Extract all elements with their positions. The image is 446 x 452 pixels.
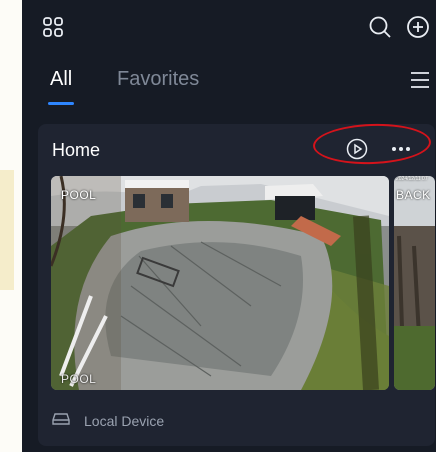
tab-all[interactable]: All: [50, 68, 72, 91]
camera-label-bottom: POOL: [61, 372, 97, 386]
tab-favorites[interactable]: Favorites: [117, 68, 199, 91]
camera-feed-pool[interactable]: POOL POOL: [51, 176, 389, 390]
back-camera-image: [394, 176, 435, 390]
local-device-row[interactable]: Local Device: [52, 410, 164, 432]
device-group-card[interactable]: Home POOL POOL 2024/12/11 07 BACK Local …: [38, 124, 435, 446]
tab-bar: All Favorites: [22, 60, 436, 110]
right-edge-strip: [436, 0, 446, 452]
active-tab-indicator: [48, 102, 74, 105]
search-icon[interactable]: [367, 14, 393, 40]
top-bar: [22, 0, 436, 54]
left-edge-strip: [0, 0, 22, 452]
pool-camera-image: [51, 176, 389, 390]
local-device-label: Local Device: [84, 413, 165, 429]
edge-highlight: [0, 170, 14, 290]
camera-label-top: POOL: [61, 188, 97, 202]
camera-app: All Favorites Home POOL POOL 2024/12/11 …: [22, 0, 436, 452]
grid-apps-icon[interactable]: [40, 14, 66, 40]
camera-timestamp: 2024/12/11 07: [396, 176, 428, 182]
local-device-icon: [52, 412, 70, 431]
card-title: Home: [52, 140, 101, 160]
camera-label-back: BACK: [396, 188, 431, 202]
hamburger-menu-icon[interactable]: [408, 68, 432, 92]
add-circle-icon[interactable]: [405, 14, 431, 40]
camera-feed-back[interactable]: 2024/12/11 07 BACK: [394, 176, 435, 390]
